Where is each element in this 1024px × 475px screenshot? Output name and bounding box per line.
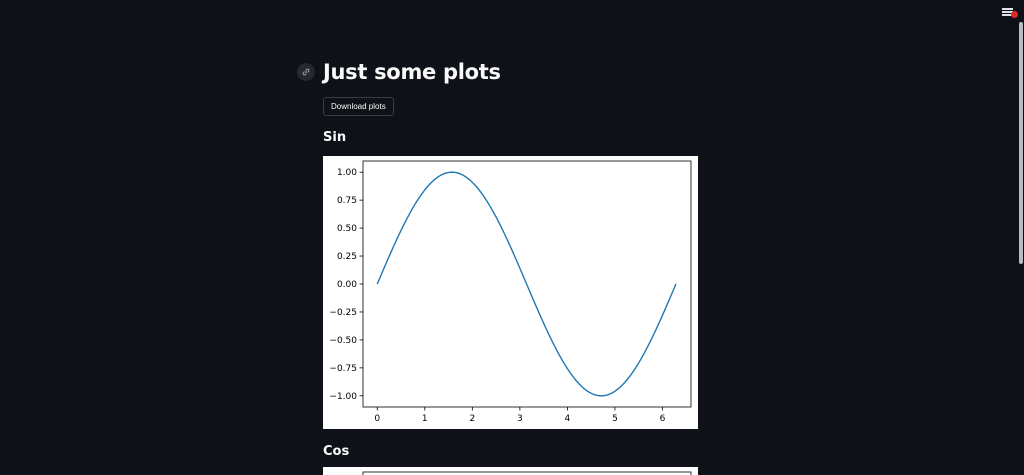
- y-tick-label: 0.00: [337, 280, 357, 290]
- notification-dot: [1011, 11, 1018, 18]
- section-title-sin: Sin: [323, 130, 347, 145]
- y-tick-label: −0.25: [329, 308, 357, 318]
- link-icon[interactable]: [297, 63, 315, 81]
- y-tick-label: 0.25: [337, 252, 357, 262]
- title-row: Just some plots: [297, 60, 501, 84]
- x-tick-label: 6: [660, 414, 666, 424]
- y-tick-label: 0.75: [337, 196, 357, 206]
- sin-chart-svg: 0 1 2 3 4 5 6 1.00 0.75 0.50 0.25 0.00 −0.25 −0.50 −0.…: [329, 160, 692, 424]
- y-tick-label: −1.00: [329, 392, 357, 402]
- x-tick-label: 2: [469, 414, 475, 424]
- x-tick-label: 5: [612, 414, 618, 424]
- app-root: Just some plots Download plots Sin 0 1 2 3 4…: [0, 0, 1024, 475]
- page-title: Just some plots: [323, 60, 501, 84]
- x-tick-label: 4: [565, 414, 571, 424]
- hamburger-icon: [1002, 8, 1013, 10]
- scrollbar[interactable]: [1018, 0, 1024, 475]
- sin-plot: 0 1 2 3 4 5 6 1.00 0.75 0.50 0.25 0.00 −0.25 −0.50 −0.…: [323, 156, 698, 429]
- main-menu-button[interactable]: [1002, 6, 1018, 20]
- y-tick-label: 1.00: [337, 168, 357, 178]
- link-icon-glyph: [302, 68, 310, 76]
- cos-chart-svg: [362, 471, 692, 475]
- y-tick-label: −0.75: [329, 364, 357, 374]
- x-tick-label: 3: [517, 414, 523, 424]
- y-tick-label: 0.50: [337, 224, 357, 234]
- y-tick-label: −0.50: [329, 336, 357, 346]
- x-tick-label: 0: [374, 414, 380, 424]
- scrollbar-thumb[interactable]: [1019, 22, 1023, 264]
- x-tick-label: 1: [422, 414, 428, 424]
- cos-plot: [323, 467, 698, 475]
- download-plots-button[interactable]: Download plots: [323, 97, 394, 116]
- section-title-cos: Cos: [323, 444, 350, 459]
